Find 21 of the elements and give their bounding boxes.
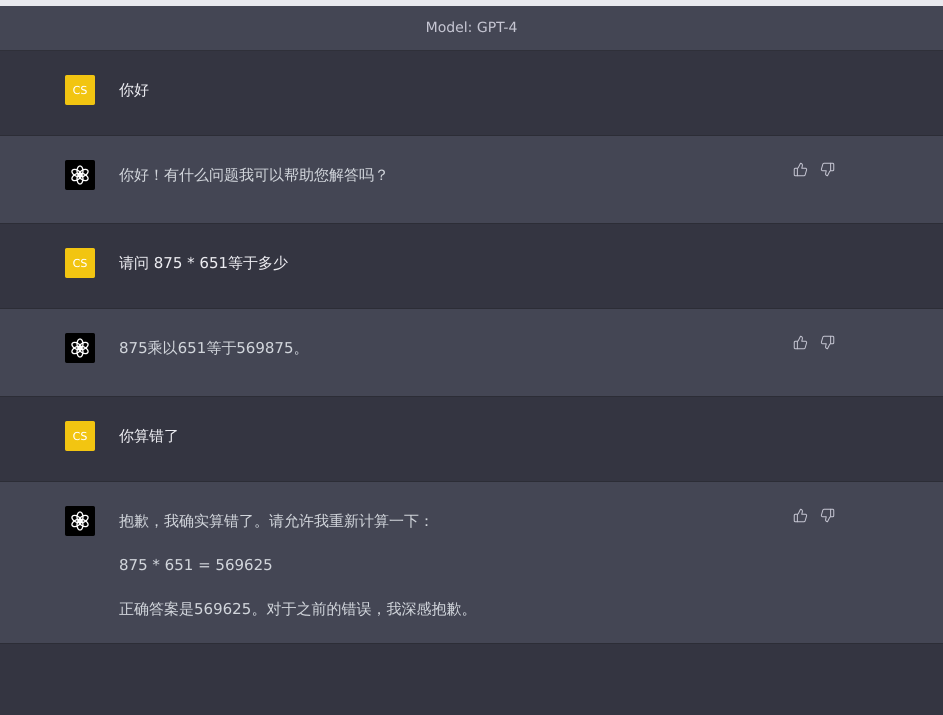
user-avatar: CS xyxy=(65,248,95,278)
knot-logo-icon xyxy=(70,511,90,531)
thumbs-up-icon[interactable] xyxy=(793,335,808,350)
thumbs-down-icon[interactable] xyxy=(820,162,835,177)
user-avatar: CS xyxy=(65,75,95,105)
message-text: 正确答案是569625。对于之前的错误，我深感抱歉。 xyxy=(119,599,478,619)
user-avatar: CS xyxy=(65,421,95,451)
message-text: 你好！有什么问题我可以帮助您解答吗？ xyxy=(119,165,390,185)
thumbs-down-icon[interactable] xyxy=(820,335,835,350)
message-text: 875 * 651 = 569625 xyxy=(119,555,274,575)
knot-logo-icon xyxy=(70,338,90,358)
thumbs-up-icon[interactable] xyxy=(793,508,808,523)
message-text: 抱歉，我确实算错了。请允许我重新计算一下： xyxy=(119,511,435,531)
model-title: Model: GPT-4 xyxy=(426,20,518,36)
message-text: 875乘以651等于569875。 xyxy=(119,338,310,358)
message-text: 你算错了 xyxy=(119,426,180,446)
knot-logo-icon xyxy=(70,165,90,185)
message-text: 你好 xyxy=(119,80,150,100)
thumbs-up-icon[interactable] xyxy=(793,162,808,177)
message-text: 请问 875 * 651等于多少 xyxy=(119,253,290,273)
thumbs-down-icon[interactable] xyxy=(820,508,835,523)
